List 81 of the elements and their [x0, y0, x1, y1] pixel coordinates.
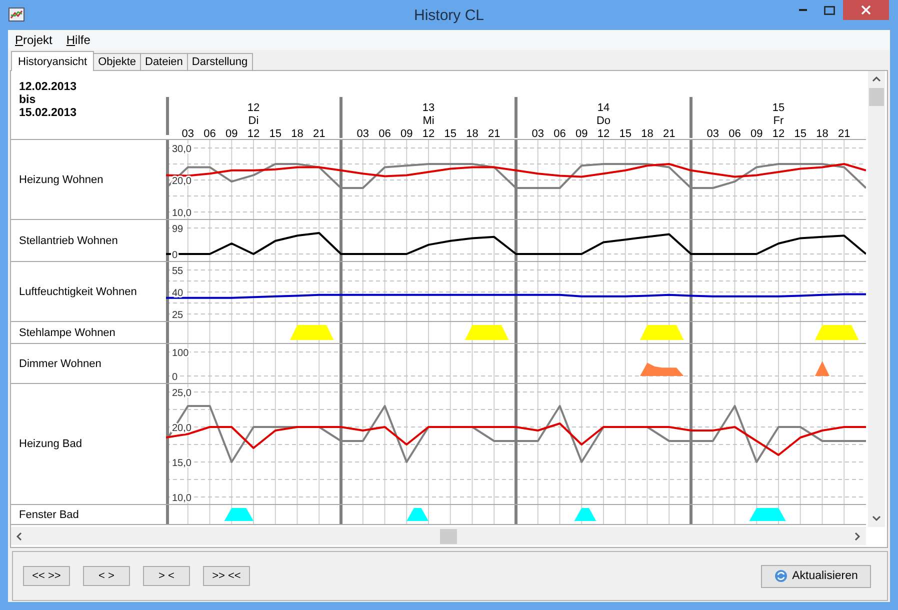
maximize-icon	[824, 6, 835, 14]
close-button[interactable]	[843, 0, 889, 20]
track-label: Heizung Bad	[18, 438, 82, 450]
weekday-label: Do	[596, 115, 611, 127]
navigation-button[interactable]: >> <<	[203, 566, 250, 586]
hour-label: 18	[816, 128, 828, 138]
axis-tick-label: 99	[172, 224, 184, 235]
axis-tick-label: 20,0	[172, 176, 192, 187]
date-to: 15.02.2013	[19, 107, 77, 120]
close-icon	[861, 5, 871, 15]
day-label: 12	[247, 102, 260, 114]
track-label: Heizung Wohnen	[18, 174, 104, 186]
weekday-label: Fr	[773, 115, 784, 127]
caret-left-icon	[16, 532, 23, 540]
axis-tick-label: 55	[172, 266, 184, 277]
navigation-button[interactable]: > <	[143, 566, 190, 586]
caret-up-icon	[872, 76, 881, 83]
hour-label: 09	[226, 128, 238, 138]
hour-label: 21	[488, 128, 500, 138]
app-chart-icon	[8, 7, 26, 23]
axis-tick-label: 10,0	[172, 208, 192, 219]
hour-label: 06	[204, 128, 216, 138]
scroll-thumb[interactable]	[869, 88, 884, 106]
hour-label: 03	[706, 128, 719, 138]
axis-tick-label: 30,0	[172, 144, 192, 155]
hour-label: 18	[466, 128, 478, 138]
weekday-label: Di	[248, 115, 259, 127]
hour-label: 15	[794, 128, 806, 138]
hour-label: 03	[356, 128, 369, 138]
tab[interactable]: Historyansicht	[11, 51, 94, 71]
track-label: Luftfeuchtigkeit Wohnen	[18, 286, 137, 298]
refresh-icon	[774, 569, 788, 583]
window-title: History CL	[414, 7, 484, 24]
navigation-button[interactable]: << >>	[23, 566, 70, 586]
track-label: Stehlampe Wohnen	[18, 326, 116, 338]
weekday-label: Mi	[422, 115, 434, 127]
refresh-button[interactable]: Aktualisieren	[761, 564, 871, 588]
hour-label: 18	[641, 128, 654, 138]
axis-tick-label: 25	[172, 310, 184, 321]
hour-label: 03	[182, 128, 194, 138]
tab[interactable]: Darstellung	[186, 53, 253, 70]
hour-label: 06	[728, 128, 741, 138]
scroll-thumb[interactable]	[440, 528, 457, 544]
hour-label: 21	[313, 128, 326, 138]
hour-label: 12	[422, 128, 435, 138]
caret-down-icon	[872, 515, 881, 522]
hour-label: 12	[772, 128, 785, 138]
hour-label: 12	[597, 128, 610, 138]
hour-label: 03	[532, 128, 544, 138]
hour-label: 09	[400, 128, 413, 138]
day-label: 15	[772, 102, 785, 114]
track-label: Fenster Bad	[18, 508, 79, 520]
hour-label: 06	[378, 128, 391, 138]
day-label: 14	[597, 102, 610, 114]
hour-label: 12	[247, 128, 260, 138]
menu-item[interactable]: Projekt	[15, 33, 52, 47]
hour-label: 06	[554, 128, 566, 138]
axis-tick-label: 40	[172, 288, 184, 299]
day-label: 13	[422, 102, 435, 114]
axis-tick-label: 25,0	[172, 388, 192, 399]
hour-label: 21	[663, 128, 676, 138]
axis-tick-label: 15,0	[172, 458, 192, 469]
date-separator: bis	[19, 94, 36, 107]
axis-tick-label: 10,0	[172, 493, 192, 504]
hour-label: 18	[291, 128, 304, 138]
axis-tick-label: 0	[172, 372, 178, 383]
track-label: Dimmer Wohnen	[18, 358, 102, 370]
hour-label: 09	[750, 128, 763, 138]
hour-label: 15	[269, 128, 282, 138]
caret-right-icon	[854, 532, 861, 540]
tab[interactable]: Objekte	[93, 53, 141, 70]
hour-label: 21	[838, 128, 850, 138]
navigation-button[interactable]: < >	[83, 566, 130, 586]
hour-label: 15	[619, 128, 632, 138]
menu-item[interactable]: Hilfe	[66, 33, 90, 47]
hour-label: 15	[444, 128, 456, 138]
minimize-icon	[798, 9, 806, 11]
hour-label: 09	[576, 128, 588, 138]
track-label: Stellantrieb Wohnen	[18, 234, 118, 246]
date-from: 12.02.2013	[19, 81, 77, 94]
axis-tick-label: 100	[172, 348, 189, 359]
